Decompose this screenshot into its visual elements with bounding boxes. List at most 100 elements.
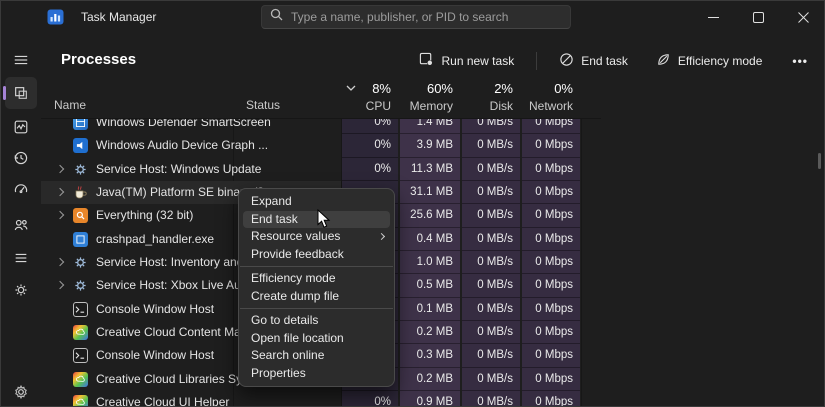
memory-cell: 0.3 MB (400, 344, 460, 367)
memory-cell: 0.2 MB (400, 321, 460, 344)
disk-cell: 0 MB/s (462, 321, 520, 344)
network-cell: 0 Mbps (522, 181, 580, 204)
sidebar-item-settings[interactable] (5, 377, 37, 407)
task-manager-app-icon (47, 9, 64, 25)
memory-cell: 0.5 MB (400, 274, 460, 297)
audio-icon (73, 138, 88, 153)
users-icon (13, 217, 29, 233)
hamburger-menu-icon[interactable] (5, 45, 37, 75)
memory-cell: 0.9 MB (400, 391, 460, 407)
processes-icon (13, 85, 29, 101)
network-cell: 0 Mbps (522, 158, 580, 181)
process-name: crashpad_handler.exe (96, 228, 214, 251)
disk-cell: 0 MB/s (462, 158, 520, 181)
disk-cell: 0 MB/s (462, 274, 520, 297)
efficiency-mode-icon (656, 52, 671, 70)
cpu-cell: 0% (342, 158, 398, 181)
network-cell: 0 Mbps (522, 391, 580, 407)
console-icon (73, 348, 88, 363)
memory-cell: 25.6 MB (400, 204, 460, 227)
process-name: Service Host: Windows Update (96, 158, 261, 181)
table-row[interactable]: Service Host: Windows Update 0% 11.3 MB … (41, 158, 601, 181)
run-new-task-icon (419, 52, 434, 70)
process-name: Windows Audio Device Graph ... (96, 134, 268, 157)
menu-separator (240, 266, 393, 267)
memory-cell: 3.9 MB (400, 134, 460, 157)
expand-chevron-icon[interactable] (56, 258, 64, 266)
menu-item-provide-feedback[interactable]: Provide feedback (239, 246, 394, 264)
column-header-status[interactable]: Status (246, 98, 280, 112)
network-cell: 0 Mbps (522, 251, 580, 274)
disk-cell: 0 MB/s (462, 368, 520, 391)
everything-icon (73, 208, 88, 223)
menu-separator (240, 308, 393, 309)
column-header-network[interactable]: 0% Network (522, 76, 580, 119)
sidebar-item-services[interactable] (5, 275, 37, 305)
main-panel: Processes Run new task End task Efficien… (41, 33, 825, 407)
search-box[interactable] (261, 5, 571, 29)
selected-accent-bar (3, 86, 6, 100)
memory-cell: 0.1 MB (400, 298, 460, 321)
disk-cell: 0 MB/s (462, 251, 520, 274)
network-cell: 0 Mbps (522, 228, 580, 251)
page-title: Processes (61, 51, 136, 68)
minimize-button[interactable] (691, 1, 736, 33)
process-table-header: Name Status 8% CPU 60% Memory 2% Disk 0%… (41, 76, 601, 119)
sidebar-item-details[interactable] (5, 243, 37, 273)
run-new-task-button[interactable]: Run new task (413, 48, 520, 74)
disk-cell: 0 MB/s (462, 344, 520, 367)
sidebar-item-startup-apps[interactable] (5, 174, 37, 204)
task-manager-window: Task Manager (0, 0, 825, 407)
disk-cell: 0 MB/s (462, 134, 520, 157)
disk-cell: 0 MB/s (462, 204, 520, 227)
column-header-name[interactable]: Name (54, 98, 86, 112)
sidebar-item-processes[interactable] (5, 77, 37, 109)
menu-item-create-dump-file[interactable]: Create dump file (239, 288, 394, 306)
network-cell: 0 Mbps (522, 204, 580, 227)
disk-cell: 0 MB/s (462, 391, 520, 407)
sidebar-item-performance[interactable] (5, 112, 37, 142)
column-header-disk[interactable]: 2% Disk (462, 76, 520, 119)
close-button[interactable] (781, 1, 825, 33)
network-cell: 0 Mbps (522, 298, 580, 321)
menu-item-properties[interactable]: Properties (239, 365, 394, 383)
app-history-icon (13, 150, 29, 166)
console-icon (73, 302, 88, 317)
search-input[interactable] (291, 10, 562, 24)
end-task-button[interactable]: End task (553, 48, 634, 74)
service-host-icon (73, 162, 88, 177)
more-options-button[interactable]: ••• (784, 50, 816, 72)
menu-item-efficiency-mode[interactable]: Efficiency mode (239, 270, 394, 288)
memory-cell: 11.3 MB (400, 158, 460, 181)
menu-item-expand[interactable]: Expand (239, 193, 394, 211)
maximize-button[interactable] (736, 1, 781, 33)
scrollbar-thumb[interactable] (818, 153, 821, 169)
column-header-cpu[interactable]: 8% CPU (342, 76, 398, 119)
expand-chevron-icon[interactable] (56, 211, 64, 219)
sidebar-nav (1, 33, 41, 407)
network-cell: 0 Mbps (522, 368, 580, 391)
expand-chevron-icon[interactable] (56, 164, 64, 172)
table-row[interactable]: Windows Audio Device Graph ... 0% 3.9 MB… (41, 134, 601, 157)
network-cell: 0 Mbps (522, 274, 580, 297)
performance-icon (13, 119, 29, 135)
expand-chevron-icon[interactable] (56, 281, 64, 289)
efficiency-mode-button[interactable]: Efficiency mode (650, 48, 769, 74)
menu-item-go-to-details[interactable]: Go to details (239, 312, 394, 330)
sidebar-item-app-history[interactable] (5, 143, 37, 173)
menu-item-open-file-location[interactable]: Open file location (239, 330, 394, 348)
table-row[interactable]: Creative Cloud UI Helper 0% 0.9 MB 0 MB/… (41, 391, 601, 407)
disk-cell: 0 MB/s (462, 181, 520, 204)
network-cell: 0 Mbps (522, 321, 580, 344)
action-toolbar: Run new task End task Efficiency mode ••… (413, 48, 816, 74)
process-name: Creative Cloud Libraries Synch (96, 368, 261, 391)
sidebar-item-users[interactable] (5, 210, 37, 240)
column-header-memory[interactable]: 60% Memory (400, 76, 460, 119)
creative-cloud-icon (73, 395, 88, 407)
menu-item-search-online[interactable]: Search online (239, 347, 394, 365)
service-host-icon (73, 255, 88, 270)
memory-cell: 0.2 MB (400, 368, 460, 391)
titlebar: Task Manager (1, 1, 825, 33)
cpu-cell: 0% (342, 134, 398, 157)
creative-cloud-icon (73, 325, 88, 340)
